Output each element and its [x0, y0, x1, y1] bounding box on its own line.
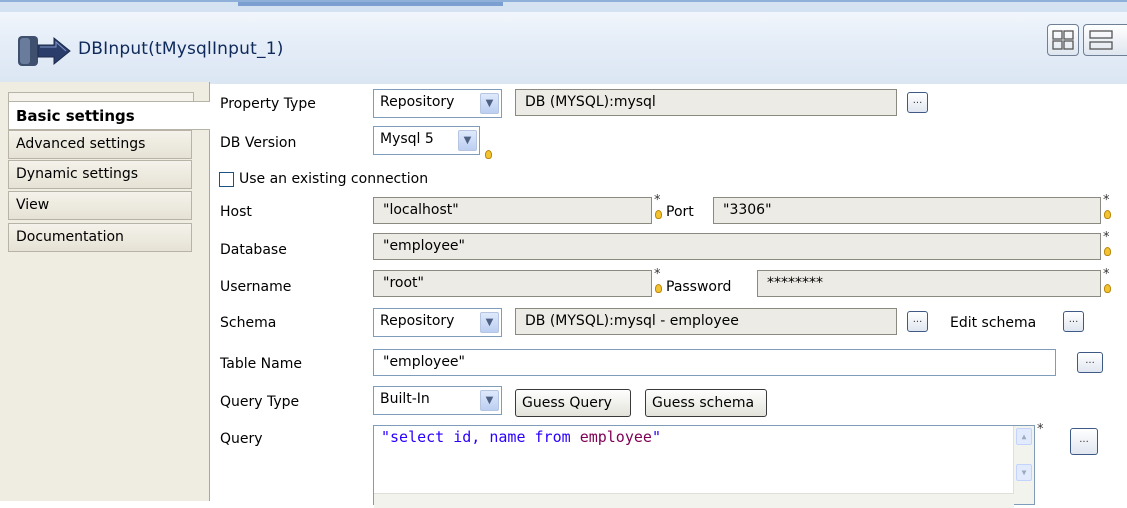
- edit-schema-button[interactable]: ...: [1063, 311, 1084, 332]
- tab-documentation[interactable]: Documentation: [8, 223, 192, 252]
- tab-advanced-settings[interactable]: Advanced settings: [8, 130, 192, 159]
- settings-sidebar: Basic settings Advanced settings Dynamic…: [0, 82, 210, 501]
- property-type-value: Repository: [380, 94, 455, 110]
- layout-rows-icon: [1089, 30, 1113, 50]
- chevron-down-icon[interactable]: ▼: [480, 312, 499, 333]
- guess-schema-button[interactable]: Guess schema: [645, 389, 767, 417]
- database-label: Database: [220, 242, 287, 258]
- layout-grid-icon: [1052, 30, 1074, 50]
- edit-schema-label: Edit schema: [950, 315, 1037, 331]
- header-top-strip: [0, 2, 1127, 12]
- port-field[interactable]: "3306": [713, 197, 1101, 224]
- tab-dynamic-settings[interactable]: Dynamic settings: [8, 160, 192, 189]
- table-name-label: Table Name: [220, 356, 302, 372]
- component-title: DBInput(tMysqlInput_1): [78, 39, 284, 59]
- port-label: Port: [666, 204, 694, 220]
- username-field[interactable]: "root": [373, 270, 652, 297]
- hint-bulb-icon: [1104, 284, 1111, 293]
- property-type-label: Property Type: [220, 96, 316, 112]
- query-required-mark: *: [1037, 422, 1044, 437]
- password-field[interactable]: ********: [757, 270, 1101, 297]
- schema-value: Repository: [380, 313, 455, 329]
- schema-browse-button[interactable]: ...: [907, 311, 928, 332]
- query-text: "select id, name from: [381, 428, 580, 446]
- scroll-up-icon[interactable]: ▲: [1016, 428, 1032, 445]
- use-existing-connection-label: Use an existing connection: [239, 171, 429, 187]
- hint-bulb-icon: [485, 150, 492, 159]
- hint-bulb-icon: [655, 210, 662, 219]
- component-header: DBInput(tMysqlInput_1): [0, 0, 1127, 84]
- db-version-value: Mysql 5: [380, 131, 434, 147]
- username-required-mark: *: [654, 267, 661, 282]
- component-arrow-icon: [18, 36, 71, 66]
- layout-grid-button[interactable]: [1047, 24, 1079, 56]
- property-browse-button[interactable]: ...: [907, 92, 928, 113]
- query-type-select[interactable]: Built-In ▼: [373, 386, 502, 415]
- host-required-mark: *: [654, 193, 661, 208]
- chevron-down-icon[interactable]: ▼: [458, 130, 477, 151]
- header-accent: [238, 2, 503, 6]
- hint-bulb-icon: [655, 284, 662, 293]
- chevron-down-icon[interactable]: ▼: [480, 390, 499, 411]
- tab-view[interactable]: View: [8, 191, 192, 220]
- query-browse-button[interactable]: ...: [1070, 428, 1098, 455]
- hint-bulb-icon: [1104, 247, 1111, 256]
- layout-rows-button[interactable]: [1083, 24, 1127, 56]
- db-version-label: DB Version: [220, 135, 297, 151]
- password-required-mark: *: [1103, 267, 1110, 282]
- host-field[interactable]: "localhost": [373, 197, 652, 224]
- tab-basic-settings[interactable]: Basic settings: [8, 101, 210, 130]
- port-required-mark: *: [1103, 193, 1110, 208]
- query-table-keyword: employee: [579, 428, 652, 446]
- table-name-browse-button[interactable]: ...: [1077, 352, 1103, 373]
- scroll-down-icon[interactable]: ▼: [1016, 464, 1032, 481]
- query-end-quote: ": [651, 428, 661, 446]
- query-type-label: Query Type: [220, 394, 300, 410]
- db-version-select[interactable]: Mysql 5 ▼: [373, 126, 480, 155]
- use-existing-connection-checkbox[interactable]: [219, 172, 234, 187]
- query-editor[interactable]: "select id, name from employee" ▲ ▼: [373, 425, 1035, 508]
- database-field[interactable]: "employee": [373, 233, 1101, 260]
- hint-bulb-icon: [1104, 210, 1111, 219]
- username-label: Username: [220, 279, 292, 295]
- guess-query-button[interactable]: Guess Query: [515, 389, 631, 417]
- property-type-select[interactable]: Repository ▼: [373, 89, 502, 118]
- query-label: Query: [220, 431, 263, 447]
- schema-repository-field: DB (MYSQL):mysql - employee: [515, 308, 897, 335]
- schema-label: Schema: [220, 315, 277, 331]
- query-vertical-scrollbar[interactable]: ▲ ▼: [1013, 426, 1034, 504]
- database-required-mark: *: [1103, 230, 1110, 245]
- query-type-value: Built-In: [380, 391, 430, 407]
- schema-select[interactable]: Repository ▼: [373, 308, 502, 337]
- chevron-down-icon[interactable]: ▼: [480, 93, 499, 114]
- host-label: Host: [220, 204, 252, 220]
- password-label: Password: [666, 279, 732, 295]
- sidebar-top-edge: [8, 92, 194, 101]
- property-repository-field: DB (MYSQL):mysql: [515, 89, 897, 116]
- table-name-field[interactable]: "employee": [373, 349, 1056, 376]
